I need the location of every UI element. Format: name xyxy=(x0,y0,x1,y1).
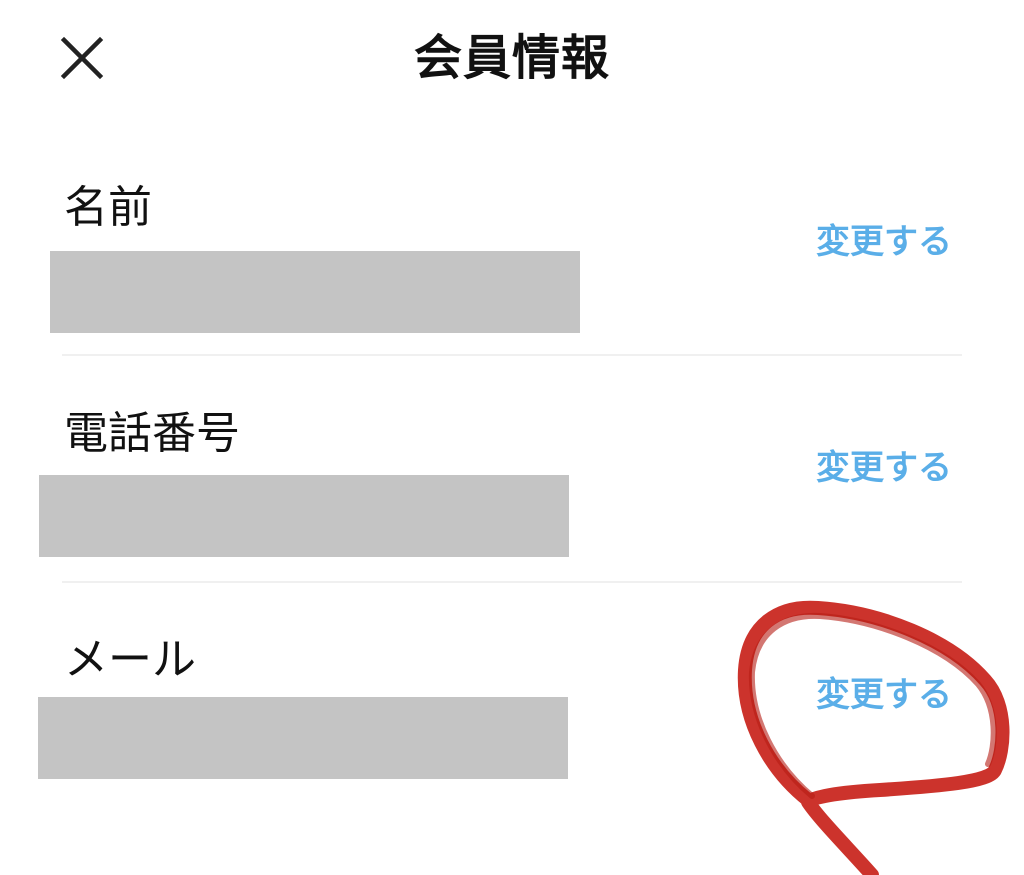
email-value-redacted xyxy=(38,697,568,779)
page-title: 会員情報 xyxy=(413,30,610,86)
change-phone-button[interactable]: 変更する xyxy=(816,446,966,490)
change-name-button[interactable]: 変更する xyxy=(816,220,966,264)
divider xyxy=(62,354,962,356)
phone-value-redacted xyxy=(39,475,569,557)
divider xyxy=(62,581,962,583)
change-email-button[interactable]: 変更する xyxy=(816,673,966,717)
phone-label: 電話番号 xyxy=(64,408,240,459)
email-label: メール xyxy=(64,634,196,685)
name-label: 名前 xyxy=(64,182,152,233)
header: 会員情報 xyxy=(0,0,1024,120)
name-value-redacted xyxy=(50,251,580,333)
